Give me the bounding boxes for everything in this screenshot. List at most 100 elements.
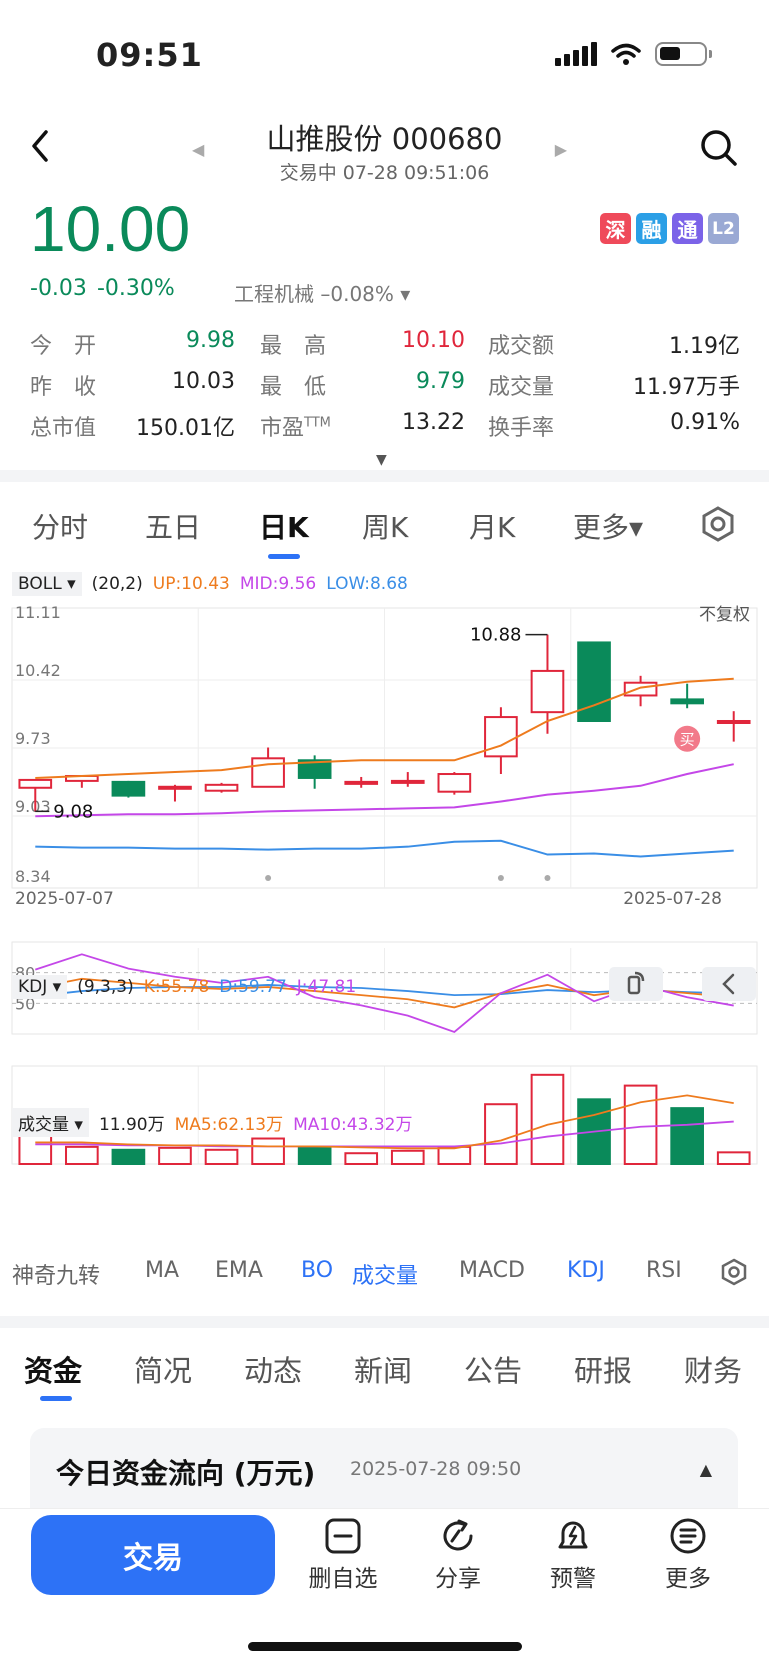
tab-funds[interactable]: 资金 bbox=[24, 1348, 82, 1390]
boll-selector[interactable]: BOLL ▾ bbox=[12, 572, 82, 596]
volume-bar bbox=[623, 1084, 658, 1166]
kdj-params: (9,3,3) bbox=[77, 977, 134, 997]
candle-body bbox=[204, 783, 239, 792]
fund-flow-card[interactable]: 今日资金流向 (万元) 2025-07-28 09:50 ▲ bbox=[30, 1428, 738, 1508]
candle-body bbox=[344, 780, 379, 785]
low-value: 9.79 bbox=[416, 369, 465, 394]
candle-body bbox=[484, 716, 518, 758]
last-price: 10.00 bbox=[30, 193, 191, 265]
indicator-boll[interactable]: BO bbox=[301, 1258, 337, 1283]
cellular-signal-icon bbox=[555, 42, 597, 66]
search-icon[interactable] bbox=[699, 128, 739, 168]
stock-name-code: 山推股份 000680 bbox=[266, 122, 503, 156]
volume-bar bbox=[65, 1145, 99, 1165]
high-label: 最 高 bbox=[260, 334, 327, 359]
volume-bar bbox=[111, 1148, 146, 1165]
event-dot bbox=[497, 875, 504, 881]
tab-news-feed[interactable]: 动态 bbox=[244, 1348, 302, 1390]
section-divider-2 bbox=[0, 1316, 769, 1328]
volume-selector[interactable]: 成交量 ▾ bbox=[12, 1108, 89, 1137]
remove-watchlist-button[interactable]: 删自选 bbox=[298, 1517, 388, 1593]
expand-caret-icon[interactable]: ▼ bbox=[376, 452, 387, 468]
y-tick-label: 10.42 bbox=[15, 661, 61, 680]
candle-body bbox=[437, 773, 472, 793]
indicator-td9[interactable]: 神奇九转 bbox=[12, 1258, 100, 1290]
tab-research[interactable]: 研报 bbox=[574, 1348, 632, 1390]
tab-profile[interactable]: 简况 bbox=[134, 1348, 192, 1390]
buy-signal-label: 买 bbox=[680, 731, 695, 749]
more-button[interactable]: 更多 bbox=[643, 1517, 733, 1593]
tab-monthly-k[interactable]: 月K bbox=[469, 506, 515, 546]
volume-bar bbox=[530, 1073, 565, 1166]
event-dot bbox=[265, 875, 272, 881]
tab-financials[interactable]: 财务 bbox=[684, 1348, 742, 1390]
alert-button[interactable]: 预警 bbox=[528, 1517, 618, 1593]
share-button[interactable]: 分享 bbox=[413, 1517, 503, 1593]
turnover-value: 0.91% bbox=[670, 410, 740, 435]
indicator-ema[interactable]: EMA bbox=[215, 1258, 263, 1283]
indicator-kdj[interactable]: KDJ bbox=[567, 1258, 605, 1283]
candle-body bbox=[111, 780, 146, 797]
indicator-rsi[interactable]: RSI bbox=[646, 1258, 682, 1283]
volume-bar bbox=[390, 1149, 425, 1166]
tab-announcements[interactable]: 公告 bbox=[464, 1348, 522, 1390]
active-tab-indicator bbox=[268, 554, 300, 559]
industry-dropdown[interactable]: 工程机械 –0.08% ▾ bbox=[234, 278, 410, 307]
amount-value: 1.19亿 bbox=[669, 334, 740, 359]
pe-label: 市盈TTM bbox=[260, 415, 331, 441]
indicator-volume[interactable]: 成交量 bbox=[352, 1258, 418, 1290]
collapse-caret-icon[interactable]: ▲ bbox=[700, 1460, 712, 1479]
trade-button[interactable]: 交易 bbox=[31, 1515, 275, 1595]
quote-table[interactable]: 今 开 9.98 最 高 10.10 成交额 1.19亿 昨 收 10.03 最… bbox=[30, 328, 740, 451]
next-stock-icon[interactable]: ▶ bbox=[555, 140, 567, 159]
tab-weekly-k[interactable]: 周K bbox=[362, 506, 408, 546]
share-icon bbox=[443, 1519, 473, 1551]
section-divider bbox=[0, 470, 769, 482]
kline-chart[interactable]: 11.11 10.42 9.73 9.03 8.34 不复权 10.88 9.08 买 2025-… bbox=[0, 598, 769, 1258]
kdj-legend[interactable]: KDJ ▾ (9,3,3) K:55.78 D:59.77 J:47.81 bbox=[12, 975, 366, 999]
pe-value: 13.22 bbox=[402, 410, 465, 435]
alert-bell-icon bbox=[558, 1521, 588, 1549]
settings-icon[interactable] bbox=[700, 506, 736, 542]
boll-legend[interactable]: BOLL ▾ (20,2) UP:10.43 MID:9.56 LOW:8.68 bbox=[12, 572, 418, 596]
volume-bar bbox=[437, 1145, 472, 1165]
volume-bar bbox=[297, 1145, 332, 1165]
level2-badge[interactable]: L2 bbox=[708, 213, 739, 244]
stock-header: ◀ 山推股份 000680 交易中 07-28 09:51:06 ▶ bbox=[0, 110, 769, 190]
tab-intraday[interactable]: 分时 bbox=[32, 506, 88, 546]
tab-more[interactable]: 更多▾ bbox=[573, 506, 643, 546]
share-label: 分享 bbox=[435, 1566, 481, 1592]
candle-body bbox=[623, 681, 658, 697]
remove-watchlist-label: 删自选 bbox=[308, 1566, 378, 1592]
volume-legend[interactable]: 成交量 ▾ 11.90万 MA5:62.13万 MA10:43.32万 bbox=[12, 1108, 422, 1137]
status-time: 09:51 bbox=[96, 36, 203, 74]
indicator-settings-icon[interactable] bbox=[720, 1258, 752, 1290]
volume-bar bbox=[670, 1107, 704, 1166]
battery-icon bbox=[655, 42, 712, 66]
indicator-ma[interactable]: MA bbox=[145, 1258, 179, 1283]
wifi-icon bbox=[611, 43, 641, 65]
candle-body bbox=[670, 698, 704, 705]
volume-bar bbox=[251, 1137, 285, 1166]
indicator-macd[interactable]: MACD bbox=[459, 1258, 525, 1283]
volume-bar bbox=[204, 1148, 239, 1165]
minus-square-icon bbox=[325, 1518, 361, 1554]
tab-news[interactable]: 新闻 bbox=[354, 1348, 412, 1390]
tab-daily-k[interactable]: 日K bbox=[259, 506, 309, 546]
volume-label: 成交量 bbox=[488, 375, 555, 400]
rotate-chart-button[interactable] bbox=[609, 967, 663, 1001]
market-cap-label: 总市值 bbox=[30, 416, 97, 441]
kdj-k: K:55.78 bbox=[143, 977, 210, 997]
kdj-selector[interactable]: KDJ ▾ bbox=[12, 975, 68, 999]
collapse-panel-button[interactable] bbox=[702, 967, 756, 1001]
volume-ma5: MA5:62.13万 bbox=[174, 1115, 284, 1135]
change-percent: -0.30% bbox=[96, 276, 175, 301]
market-cap-value: 150.01亿 bbox=[136, 416, 235, 441]
tab-five-day[interactable]: 五日 bbox=[145, 506, 201, 546]
active-info-tab-indicator bbox=[40, 1396, 72, 1401]
info-tabs: 资金 简况 动态 新闻 公告 研报 财务 bbox=[0, 1328, 769, 1418]
volume-value-legend: 11.90万 bbox=[98, 1115, 165, 1135]
kdj-d: D:59.77 bbox=[219, 977, 287, 997]
high-marker-label: 10.88 bbox=[470, 625, 522, 646]
boll-mid: MID:9.56 bbox=[239, 574, 317, 594]
